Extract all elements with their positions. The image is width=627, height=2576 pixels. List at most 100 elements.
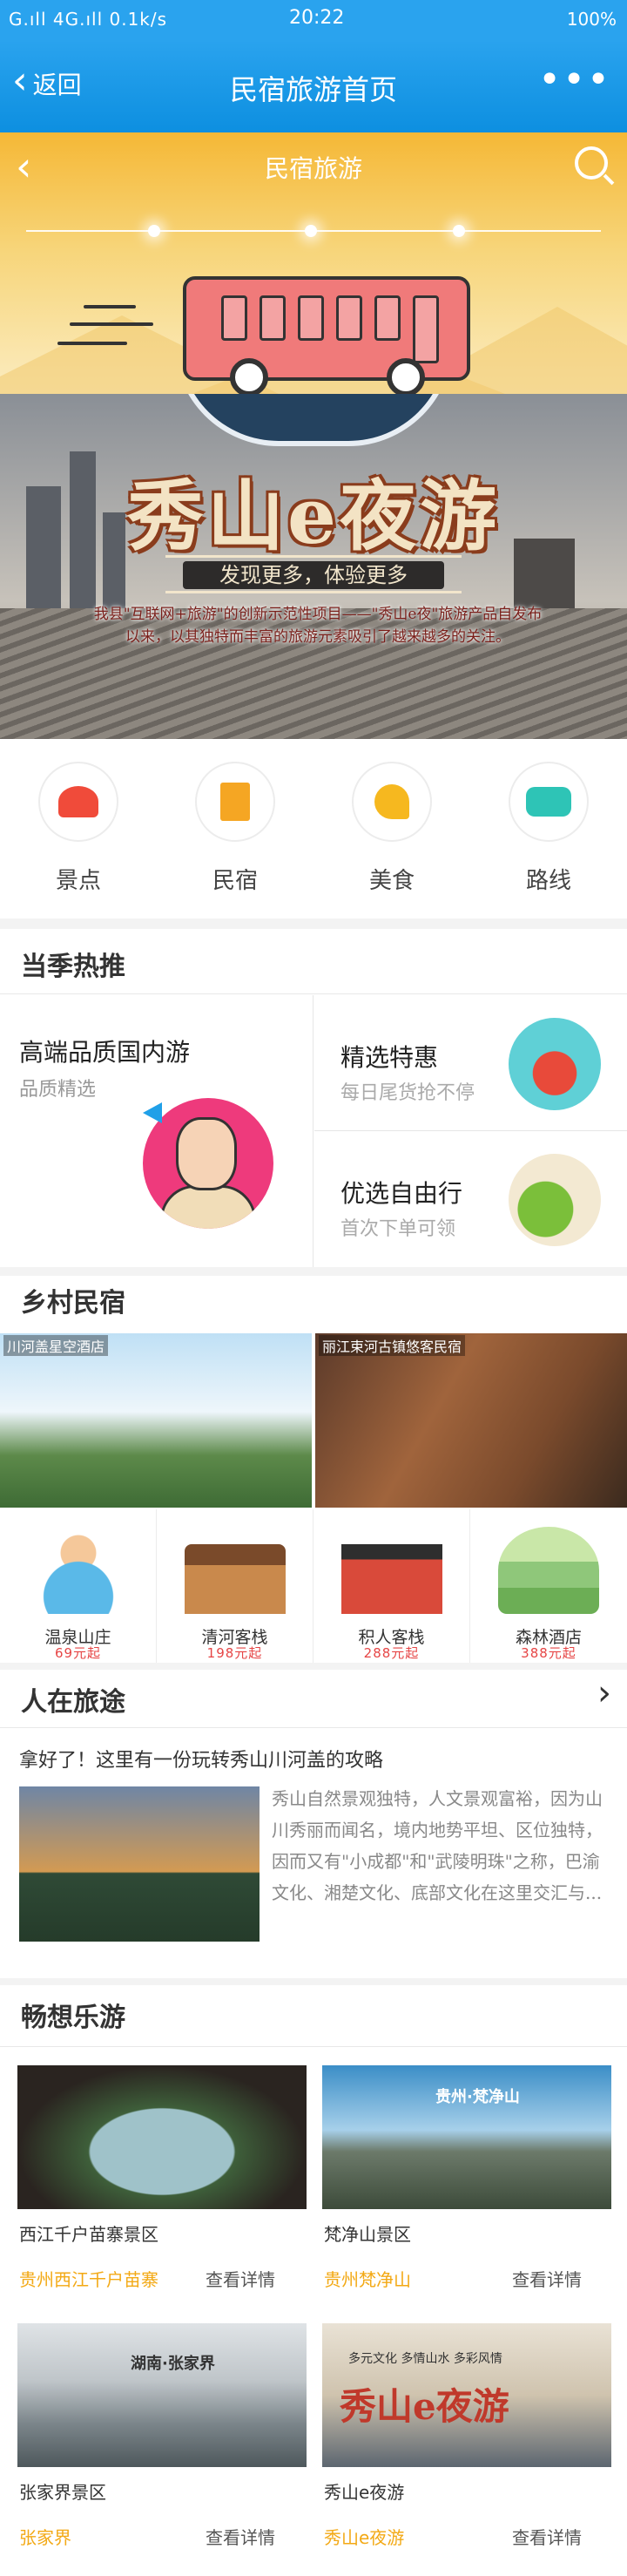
promo-banner[interactable]: 秀山e夜游 发现更多，体验更多 我县"互联网+旅游"的创新示范性项目——"秀山e… [0, 394, 627, 739]
homestay-card[interactable]: 积人客栈 288元起 [314, 1509, 470, 1663]
homestay-card[interactable]: 清河客栈 198元起 [157, 1509, 314, 1663]
banner-text: 贵州·梵净山 [435, 2088, 520, 2106]
page-title: 民宿旅游首页 [229, 73, 397, 106]
divider [0, 1267, 627, 1276]
category-label: 民宿 [212, 868, 258, 894]
chevron-right-icon[interactable]: › [597, 1673, 611, 1713]
battery-indicator: 100% [566, 9, 617, 30]
story-headline[interactable]: 拿好了！这里有一份玩转秀山川河盖的攻略 [19, 1745, 383, 1773]
category-route[interactable]: 路线 [470, 762, 627, 895]
spot-detail-link[interactable]: 查看详情 [206, 2266, 275, 2291]
bus-wheel [230, 358, 268, 394]
slogan-frame: 发现更多，体验更多 [165, 555, 462, 593]
spot-name: 西江千户苗寨景区 [19, 2224, 158, 2245]
hot-card-deals[interactable]: 精选特惠 每日尾货抢不停 [314, 995, 627, 1131]
banner-text: 湖南·张家界 [131, 2355, 215, 2373]
homestay-banner-2[interactable]: 丽江束河古镇悠客民宿 [315, 1333, 627, 1508]
avatar-body [160, 1185, 256, 1229]
spot-image-fanjingshan[interactable]: 贵州·梵净山 [322, 2065, 611, 2209]
banner-caption: 丽江束河古镇悠客民宿 [319, 1335, 466, 1356]
status-bar: G.ıll 4G.ıll 0.1k/s 20:22 100% [0, 0, 627, 40]
spot-image-xijiang[interactable] [17, 2065, 307, 2209]
section-title-homestay: 乡村民宿 [21, 1288, 125, 1319]
category-label: 景点 [55, 868, 101, 894]
spot-tag[interactable]: 贵州西江千户苗寨 [19, 2266, 158, 2291]
homestay-price: 69元起 [54, 1645, 102, 1661]
homestay-card[interactable]: 森林酒店 388元起 [470, 1509, 627, 1663]
avatar-face [176, 1117, 237, 1190]
app-header: ‹ 返回 民宿旅游首页 ••• [0, 40, 627, 132]
category-scenic[interactable]: 景点 [0, 762, 157, 895]
category-homestay[interactable]: 民宿 [157, 762, 314, 895]
bus-window [336, 295, 362, 341]
hot-card-title: 优选自由行 [340, 1179, 463, 1208]
hot-card-subtitle: 首次下单可领 [340, 1218, 456, 1240]
light-dot [305, 225, 317, 237]
story-image[interactable] [19, 1786, 260, 1942]
section-title-hot: 当季热推 [21, 952, 125, 982]
category-food[interactable]: 美食 [314, 762, 470, 895]
spot-detail-link[interactable]: 查看详情 [512, 2524, 582, 2549]
spot-tag[interactable]: 秀山e夜游 [324, 2524, 404, 2549]
palm-icon [374, 784, 409, 819]
spot-tag[interactable]: 张家界 [19, 2524, 71, 2549]
spot-tag[interactable]: 贵州梵净山 [324, 2266, 411, 2291]
hot-spring-illustration [28, 1527, 129, 1614]
bus-icon [526, 787, 571, 817]
scenic-icon [58, 786, 98, 817]
divider [0, 1978, 627, 1985]
speed-line [84, 305, 136, 308]
traveler-illustration [143, 1098, 273, 1229]
clock: 20:22 [289, 7, 345, 29]
spot-image-xiushan[interactable]: 多元文化 多情山水 多彩风情 秀山e夜游 [322, 2323, 611, 2467]
red-temple-illustration [341, 1544, 442, 1614]
spot-name: 秀山e夜游 [324, 2482, 405, 2503]
homestay-price: 388元起 [521, 1645, 576, 1661]
bus-illustration [183, 276, 470, 394]
hot-card-free-travel[interactable]: 优选自由行 首次下单可领 [314, 1131, 627, 1267]
signal-indicator: G.ıll 4G.ıll 0.1k/s [9, 9, 168, 30]
hot-card-domestic[interactable]: 高端品质国内游 品质精选 [0, 995, 314, 1267]
inn-illustration [185, 1544, 286, 1614]
category-icon-wrap [38, 762, 118, 842]
hot-card-subtitle: 每日尾货抢不停 [340, 1082, 475, 1104]
category-icon-wrap [195, 762, 275, 842]
section-title-story: 人在旅途 [21, 1687, 125, 1718]
bus-window [298, 295, 324, 341]
promo-slogan: 发现更多，体验更多 [183, 561, 444, 589]
spot-image-zhangjiajie[interactable]: 湖南·张家界 [17, 2323, 307, 2467]
divider [0, 993, 627, 994]
hot-card-subtitle: 品质精选 [19, 1079, 97, 1101]
banner-caption: 川河盖星空酒店 [3, 1335, 109, 1356]
promo-description: 我县"互联网+旅游"的创新示范性项目——"秀山e夜"旅游产品自发布以来，以其独特… [93, 606, 543, 646]
homestay-card[interactable]: 温泉山庄 69元起 [0, 1509, 157, 1663]
hot-card-title: 精选特惠 [340, 1043, 439, 1072]
hero-title: 民宿旅游 [264, 154, 362, 183]
building-icon [220, 783, 250, 821]
banner-text: 多元文化 多情山水 多彩风情 [348, 2352, 502, 2366]
homestay-banner-1[interactable]: 川河盖星空酒店 [0, 1333, 312, 1508]
story-body: 秀山自然景观独特，人文景观富裕，因为山川秀丽而闻名，境内地势平坦、区位独特，因而… [272, 1788, 603, 1903]
search-icon[interactable] [575, 146, 608, 180]
more-menu-button[interactable]: ••• [538, 58, 611, 102]
homestay-price: 288元起 [363, 1645, 420, 1661]
bus-window [374, 295, 401, 341]
spot-name: 梵净山景区 [324, 2224, 411, 2245]
flag-icon [143, 1102, 162, 1123]
spot-detail-link[interactable]: 查看详情 [206, 2524, 275, 2549]
category-icon-wrap [509, 762, 589, 842]
spot-detail-link[interactable]: 查看详情 [512, 2266, 582, 2291]
bus-door [413, 295, 439, 363]
banner-text: 秀山e夜游 [340, 2385, 509, 2428]
homestay-price: 198元起 [206, 1645, 263, 1661]
divider [0, 2046, 627, 2047]
spot-name: 张家界景区 [19, 2482, 106, 2503]
bus-window [260, 295, 286, 341]
section-title-spots: 畅想乐游 [21, 2003, 125, 2033]
divider [0, 1727, 627, 1728]
category-label: 美食 [368, 868, 415, 894]
hot-card-title: 高端品质国内游 [19, 1038, 191, 1067]
ornament [174, 394, 453, 446]
speed-line [57, 342, 127, 345]
torii-gate-icon [509, 1018, 601, 1110]
